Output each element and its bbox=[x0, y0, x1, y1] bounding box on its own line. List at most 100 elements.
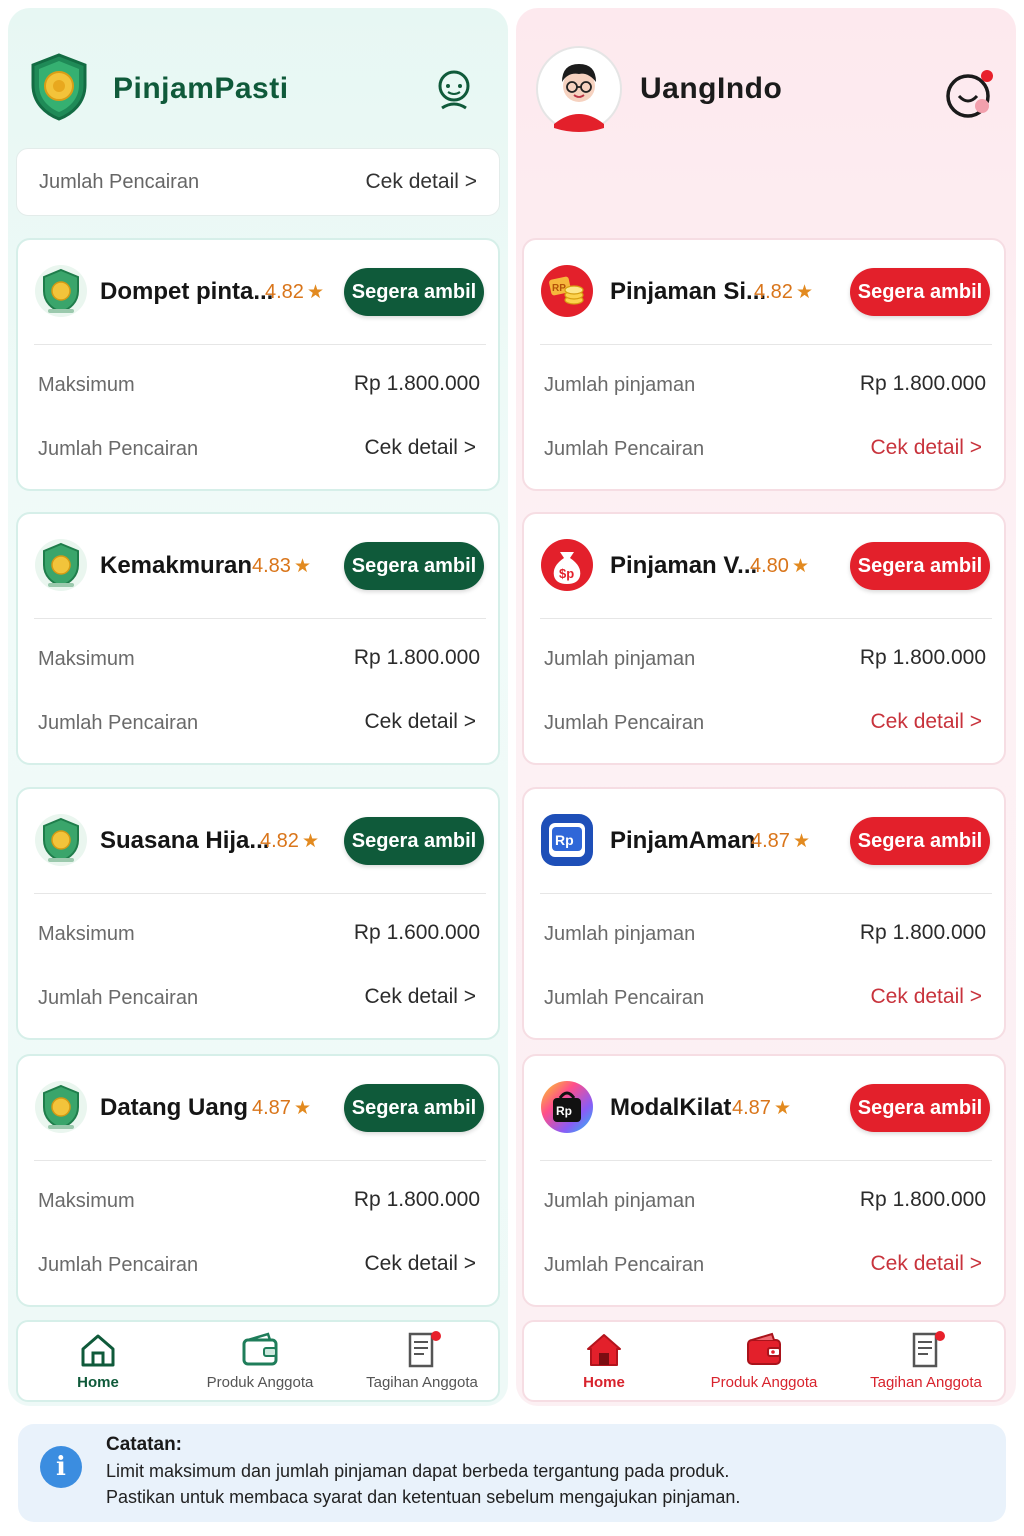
loan-card[interactable]: Rp PinjamAman 4.87 ★ Segera ambil Jumlah … bbox=[522, 787, 1006, 1040]
loan-card[interactable]: Datang Uang 4.87 ★ Segera ambil Maksimum … bbox=[16, 1054, 500, 1307]
nav-home[interactable]: Home bbox=[18, 1330, 178, 1396]
loan-name: Suasana Hija... bbox=[100, 827, 270, 854]
note-line-1: Limit maksimum dan jumlah pinjaman dapat… bbox=[106, 1461, 730, 1481]
uangindo-panel: UangIndo RP Pinjaman Si... 4.82 ★ Segera … bbox=[516, 8, 1016, 1406]
disbursement-label: Jumlah Pencairan bbox=[544, 438, 705, 460]
divider bbox=[540, 893, 992, 894]
detail-link[interactable]: Cek detail > bbox=[871, 436, 982, 460]
detail-link[interactable]: Cek detail > bbox=[365, 985, 476, 1009]
nav-produk[interactable]: Produk Anggota bbox=[684, 1330, 844, 1396]
loan-amount-label: Jumlah pinjaman bbox=[544, 1190, 696, 1212]
rp-bag-icon: Rp bbox=[541, 1081, 593, 1133]
home-icon bbox=[587, 1334, 621, 1366]
apply-button[interactable]: Segera ambil bbox=[344, 1084, 484, 1132]
detail-link[interactable]: Cek detail > bbox=[871, 710, 982, 734]
nav-label: Produk Anggota bbox=[710, 1374, 818, 1391]
detail-link[interactable]: Cek detail > bbox=[871, 1252, 982, 1276]
apply-button[interactable]: Segera ambil bbox=[344, 817, 484, 865]
divider bbox=[34, 344, 486, 345]
summary-label: Jumlah Pencairan bbox=[39, 171, 200, 193]
detail-link[interactable]: Cek detail > bbox=[365, 1252, 476, 1276]
disbursement-label: Jumlah Pencairan bbox=[544, 712, 705, 734]
divider bbox=[540, 344, 992, 345]
max-label: Maksimum bbox=[38, 648, 135, 670]
rating-value: 4.87 bbox=[732, 1097, 771, 1119]
star-icon: ★ bbox=[293, 1098, 311, 1119]
app-header: UangIndo bbox=[516, 8, 1016, 148]
app-title: UangIndo bbox=[640, 72, 783, 105]
nav-produk[interactable]: Produk Anggota bbox=[180, 1330, 340, 1396]
nav-label: Produk Anggota bbox=[206, 1374, 314, 1391]
star-icon: ★ bbox=[306, 282, 324, 303]
loan-name: Datang Uang bbox=[100, 1094, 249, 1121]
chat-bubble-icon[interactable] bbox=[944, 68, 996, 120]
apply-button[interactable]: Segera ambil bbox=[850, 817, 990, 865]
loan-card[interactable]: $p Pinjaman V... 4.80 ★ Segera ambil Juml… bbox=[522, 512, 1006, 765]
max-value: Rp 1.600.000 bbox=[353, 921, 480, 944]
star-icon: ★ bbox=[293, 556, 311, 577]
loan-amount-value: Rp 1.800.000 bbox=[859, 921, 986, 944]
loan-name: PinjamAman bbox=[610, 827, 756, 854]
loan-card[interactable]: Rp ModalKilat 4.87 ★ Segera ambil Jumlah … bbox=[522, 1054, 1006, 1307]
loan-amount-value: Rp 1.800.000 bbox=[859, 646, 986, 669]
shield-coin-icon bbox=[35, 814, 87, 866]
loan-amount-label: Jumlah pinjaman bbox=[544, 648, 696, 670]
avatar[interactable] bbox=[536, 46, 622, 132]
svg-text:RP: RP bbox=[552, 283, 566, 294]
app-title: PinjamPasti bbox=[113, 72, 289, 105]
nav-label: Tagihan Anggota bbox=[366, 1374, 478, 1391]
star-icon: ★ bbox=[773, 1098, 791, 1119]
svg-text:Rp: Rp bbox=[556, 1104, 572, 1118]
nav-tagihan[interactable]: Tagihan Anggota bbox=[342, 1330, 502, 1396]
shield-coin-icon bbox=[35, 539, 87, 591]
wallet-icon bbox=[242, 1332, 278, 1366]
apply-button[interactable]: Segera ambil bbox=[344, 268, 484, 316]
max-label: Maksimum bbox=[38, 374, 135, 396]
max-value: Rp 1.800.000 bbox=[353, 646, 480, 669]
divider bbox=[34, 1160, 486, 1161]
loan-card[interactable]: Kemakmuran 4.83 ★ Segera ambil Maksimum R… bbox=[16, 512, 500, 765]
detail-link[interactable]: Cek detail > bbox=[365, 436, 476, 460]
max-label: Maksimum bbox=[38, 923, 135, 945]
nav-tagihan[interactable]: Tagihan Anggota bbox=[846, 1330, 1006, 1396]
loan-name: ModalKilat bbox=[610, 1094, 732, 1121]
loan-name: Dompet pinta... bbox=[100, 278, 274, 305]
apply-button[interactable]: Segera ambil bbox=[850, 268, 990, 316]
rating-value: 4.82 bbox=[265, 281, 304, 303]
summary-card[interactable]: Jumlah Pencairan Cek detail > bbox=[16, 148, 500, 216]
detail-link[interactable]: Cek detail > bbox=[871, 985, 982, 1009]
app-header: PinjamPasti bbox=[8, 8, 508, 148]
wallet-icon bbox=[747, 1332, 781, 1365]
detail-link[interactable]: Cek detail > bbox=[365, 710, 476, 734]
rating-value: 4.83 bbox=[252, 555, 291, 577]
disbursement-label: Jumlah Pencairan bbox=[38, 712, 199, 734]
divider bbox=[34, 893, 486, 894]
nav-home[interactable]: Home bbox=[524, 1330, 684, 1396]
loan-name: Kemakmuran bbox=[100, 552, 253, 579]
summary-detail-link[interactable]: Cek detail > bbox=[366, 170, 477, 194]
loan-card[interactable]: RP Pinjaman Si... 4.82 ★ Segera ambil Jum… bbox=[522, 238, 1006, 491]
apply-button[interactable]: Segera ambil bbox=[850, 1084, 990, 1132]
loan-name: Pinjaman Si... bbox=[610, 278, 767, 305]
loan-rating: 4.80 ★ bbox=[750, 555, 809, 578]
star-icon: ★ bbox=[301, 831, 319, 852]
loan-rating: 4.83 ★ bbox=[252, 555, 311, 578]
apply-button[interactable]: Segera ambil bbox=[344, 542, 484, 590]
loan-card[interactable]: Dompet pinta... 4.82 ★ Segera ambil Maksi… bbox=[16, 238, 500, 491]
note-box: i Catatan: Limit maksimum dan jumlah pin… bbox=[18, 1424, 1006, 1522]
support-agent-icon[interactable] bbox=[434, 68, 474, 114]
note-title: Catatan: bbox=[106, 1434, 183, 1455]
nav-label: Home bbox=[583, 1374, 625, 1391]
disbursement-label: Jumlah Pencairan bbox=[38, 1254, 199, 1276]
nav-label: Tagihan Anggota bbox=[870, 1374, 982, 1391]
star-icon: ★ bbox=[791, 556, 809, 577]
loan-card[interactable]: Suasana Hija... 4.82 ★ Segera ambil Maksi… bbox=[16, 787, 500, 1040]
bottom-nav: Home Produk Anggota Tagihan Anggota bbox=[522, 1320, 1006, 1402]
apply-button[interactable]: Segera ambil bbox=[850, 542, 990, 590]
disbursement-label: Jumlah Pencairan bbox=[544, 1254, 705, 1276]
loan-rating: 4.82 ★ bbox=[265, 281, 324, 304]
shield-coin-icon bbox=[35, 265, 87, 317]
nav-label: Home bbox=[77, 1374, 119, 1391]
money-bag-icon: $p bbox=[541, 539, 593, 591]
divider bbox=[540, 618, 992, 619]
